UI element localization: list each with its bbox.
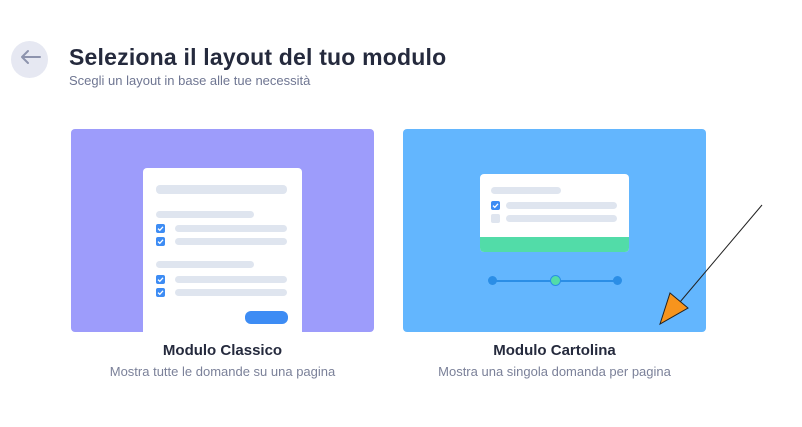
cartolina-form-illustration	[480, 174, 629, 252]
illustration-progress-dot	[613, 276, 622, 285]
layout-title-classic[interactable]: Modulo Classico	[71, 342, 374, 359]
checkbox-checked-icon	[156, 237, 165, 246]
illustration-card-footer	[480, 237, 629, 252]
illustration-bar	[156, 261, 254, 268]
illustration-progress-dot-active	[550, 275, 561, 286]
illustration-bar	[506, 202, 617, 209]
classic-form-illustration	[143, 168, 302, 332]
page-title: Seleziona il layout del tuo modulo	[69, 44, 447, 70]
checkbox-checked-icon	[491, 201, 500, 210]
layout-description-cartolina: Mostra una singola domanda per pagina	[438, 364, 671, 379]
illustration-bar	[491, 187, 561, 194]
illustration-bar	[175, 276, 287, 283]
illustration-bar	[175, 238, 287, 245]
layout-card-classic[interactable]	[71, 129, 374, 332]
checkbox-checked-icon	[156, 224, 165, 233]
checkbox-empty-icon	[491, 214, 500, 223]
illustration-bar	[506, 215, 617, 222]
illustration-bar	[156, 185, 287, 194]
layout-card-cartolina[interactable]	[403, 129, 706, 332]
checkbox-checked-icon	[156, 288, 165, 297]
illustration-bar	[156, 211, 254, 218]
checkbox-checked-icon	[156, 275, 165, 284]
layout-description-classic: Mostra tutte le domande su una pagina	[109, 364, 336, 379]
illustration-submit-button	[245, 311, 288, 324]
illustration-bar	[175, 225, 287, 232]
illustration-bar	[175, 289, 287, 296]
page-subtitle: Scegli un layout in base alle tue necess…	[69, 73, 311, 88]
layout-title-cartolina[interactable]: Modulo Cartolina	[403, 342, 706, 359]
illustration-progress-dot	[488, 276, 497, 285]
arrow-left-icon	[19, 49, 41, 70]
back-button[interactable]	[11, 41, 48, 78]
